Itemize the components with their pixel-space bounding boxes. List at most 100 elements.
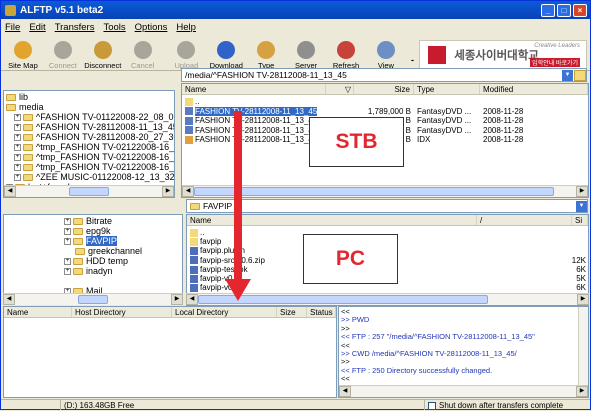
tree-item[interactable]: media (4, 102, 174, 112)
table-row[interactable]: .. (182, 97, 588, 106)
col-modified[interactable]: Modified (480, 84, 588, 94)
shutdown-option[interactable]: Shut down after transfers complete (425, 400, 590, 410)
menu-edit[interactable]: Edit (29, 22, 45, 33)
file-icon (185, 135, 193, 144)
file-name: FASHION TV-28112008-11_13_45 (195, 106, 318, 116)
shutdown-checkbox[interactable] (428, 401, 436, 410)
close-button[interactable]: × (573, 3, 587, 17)
toolbar-button-upload[interactable]: Upload (166, 36, 206, 70)
expand-icon[interactable]: + (14, 163, 21, 171)
pc-label: PC (303, 234, 398, 284)
tree-item[interactable]: + Bitrate (4, 216, 182, 226)
server-path-bar[interactable]: /media/^FASHION TV-28112008-11_13_45 ▼ (181, 68, 587, 82)
tree-item[interactable]: + ^FASHION TV-28112008-20_27_30 (4, 132, 174, 142)
tree-item[interactable]: + ^ZEE MUSIC-01122008-12_13_32 (4, 172, 174, 182)
col-name[interactable]: Name (4, 307, 72, 317)
tree-item[interactable]: + ^tmp_FASHION TV-02122008-16_18_37 (4, 152, 174, 162)
scroll-right-arrow[interactable]: ▶ (162, 186, 174, 197)
log-hscroll[interactable]: ◀ ▶ (339, 385, 588, 397)
toolbar-button-cancel[interactable]: Cancel (123, 36, 163, 70)
scroll-right-arrow[interactable]: ▶ (576, 186, 588, 197)
toolbar-button-refresh[interactable]: Refresh (326, 36, 366, 70)
tree-item[interactable]: + epg9k (4, 226, 182, 236)
expand-icon[interactable]: + (14, 123, 21, 131)
folder-icon (75, 247, 85, 255)
toolbar-button-disconnect[interactable]: Disconnect (83, 36, 123, 70)
maximize-button[interactable]: □ (557, 3, 571, 17)
col-name[interactable]: Name (182, 84, 326, 94)
scroll-right-arrow[interactable]: ▶ (576, 386, 588, 397)
tree-item[interactable] (4, 276, 182, 286)
tree-item[interactable]: + FAVPIP (4, 236, 182, 246)
tree-item[interactable]: greekchannel (4, 246, 182, 256)
file-type: FantasyDVD ... (417, 106, 472, 116)
toolbar-button-connect[interactable]: Connect (43, 36, 83, 70)
expand-icon[interactable]: + (64, 257, 71, 265)
folder-up-icon[interactable] (574, 69, 586, 81)
toolbar-button-view[interactable]: View (366, 36, 406, 70)
expand-icon[interactable]: + (14, 173, 21, 181)
folder-icon (190, 202, 200, 210)
university-logo-icon (428, 46, 447, 64)
expand-icon[interactable]: + (14, 153, 21, 161)
chevron-down-icon[interactable]: ▼ (562, 69, 573, 81)
menu-help[interactable]: Help (176, 22, 196, 33)
scroll-left-arrow[interactable]: ◀ (182, 186, 194, 197)
log-scrollbar[interactable] (578, 307, 588, 385)
log-line: >> CWD /media/^FASHION TV-28112008-11_13… (341, 349, 517, 359)
expand-icon[interactable]: + (64, 227, 71, 235)
ad-banner[interactable]: 세종사이버대학교 Creative Leaders 입학안내 바로가기 (419, 40, 587, 70)
log-line: >> PWD (341, 315, 370, 325)
menu-transfers[interactable]: Transfers (55, 22, 95, 33)
scroll-thumb[interactable] (69, 187, 109, 196)
tree-item[interactable]: + ^FASHION TV-28112008-11_13_45 (4, 122, 174, 132)
col-size[interactable]: Si (572, 215, 588, 225)
col-size[interactable]: Size (277, 307, 307, 317)
scroll-left-arrow[interactable]: ◀ (3, 294, 15, 305)
expand-icon[interactable]: + (14, 113, 21, 121)
expand-icon[interactable]: + (64, 237, 71, 245)
tree-item[interactable]: + HDD temp (4, 256, 182, 266)
expand-icon[interactable]: + (64, 267, 71, 275)
toolbar: Site Map Connect Disconnect Cancel Upload Dow… (1, 35, 590, 71)
expand-icon[interactable]: + (64, 217, 71, 225)
col-host-directory[interactable]: Host Directory (72, 307, 172, 317)
scroll-left-arrow[interactable]: ◀ (339, 386, 351, 397)
local-tree-scrollbar[interactable]: ◀ ▶ (3, 293, 183, 305)
tree-item[interactable]: + ^tmp_FASHION TV-02122008-16_18_48 (4, 162, 174, 172)
menu-options[interactable]: Options (135, 22, 168, 33)
scroll-left-arrow[interactable]: ◀ (186, 294, 198, 305)
sort-arrow-icon: ▽ (326, 84, 354, 94)
banner-button[interactable]: 입학안내 바로가기 (530, 58, 580, 67)
expand-icon[interactable]: + (14, 133, 21, 141)
local-tree: + Bitrate + epg9k + FAVPIP greekchannel + HDD te… (3, 214, 183, 302)
menu-file[interactable]: File (5, 22, 20, 33)
col-type[interactable]: Type (414, 84, 480, 94)
window-title: ALFTP v5.1 beta2 (20, 4, 104, 16)
scroll-right-arrow[interactable]: ▶ (577, 294, 589, 305)
scroll-right-arrow[interactable]: ▶ (171, 294, 183, 305)
folder-icon (190, 238, 198, 247)
toolbar-button-type[interactable]: Type (246, 36, 286, 70)
scroll-left-arrow[interactable]: ◀ (4, 186, 16, 197)
server-tree-scrollbar[interactable]: ◀ ▶ (4, 185, 174, 197)
minimize-button[interactable]: _ (541, 3, 555, 17)
col-sort[interactable]: / (477, 215, 572, 225)
toolbar-button-site-map[interactable]: Site Map (3, 36, 43, 70)
folder-icon (23, 123, 33, 131)
toolbar-button-download[interactable]: Download (206, 36, 246, 70)
scroll-thumb[interactable] (78, 295, 108, 304)
col-local-directory[interactable]: Local Directory (172, 307, 277, 317)
menu-tools[interactable]: Tools (103, 22, 125, 33)
toolbar-button-label: Site Map (8, 61, 38, 70)
server-path[interactable]: /media/^FASHION TV-28112008-11_13_45 (185, 70, 347, 80)
col-status[interactable]: Status (307, 307, 336, 317)
expand-icon[interactable]: + (14, 143, 21, 151)
tree-item[interactable]: lib (4, 92, 174, 102)
tree-item[interactable]: + inadyn (4, 266, 182, 276)
tree-item[interactable]: + ^tmp_FASHION TV-02122008-16_16_36 (4, 142, 174, 152)
col-size[interactable]: Size (354, 84, 414, 94)
chevron-down-icon[interactable]: ▼ (576, 200, 587, 212)
tree-item[interactable]: + ^FASHION TV-01122008-22_08_07 (4, 112, 174, 122)
toolbar-button-server[interactable]: Server (286, 36, 326, 70)
